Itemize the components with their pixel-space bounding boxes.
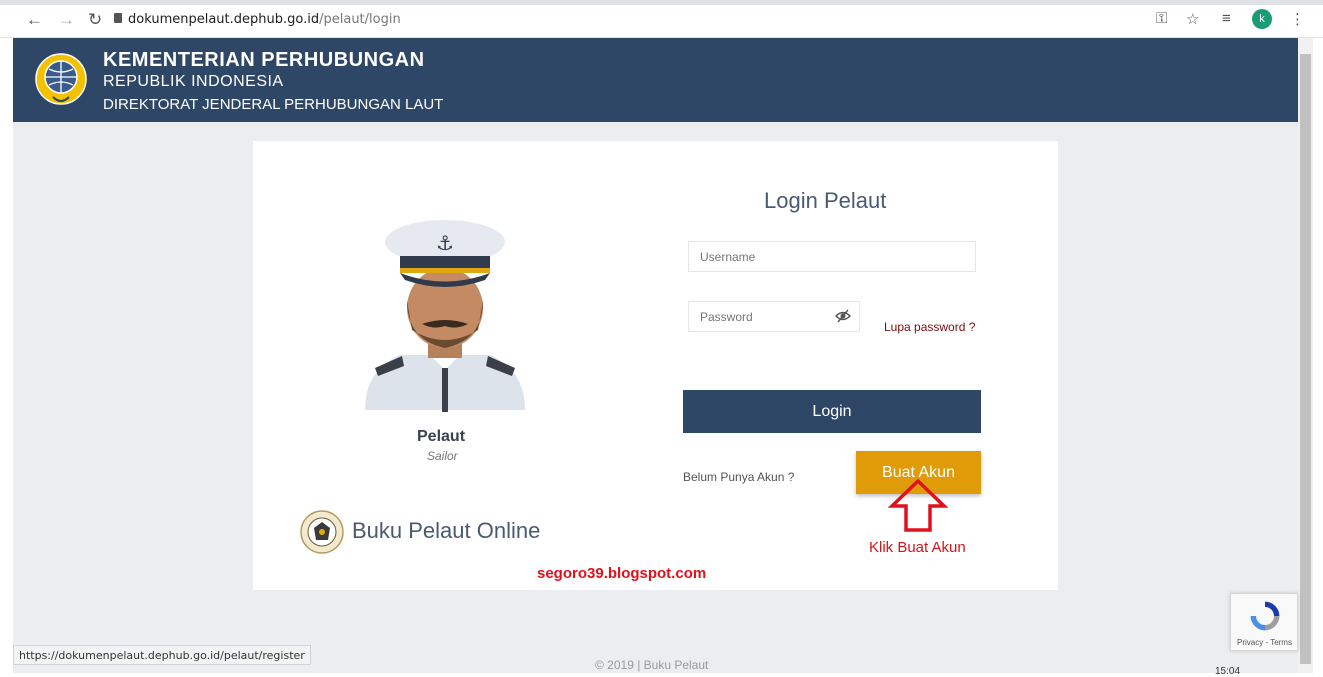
sailor-avatar-icon: ⚓	[365, 220, 525, 412]
browser-toolbar: ← → ↻ dokumenpelaut.dephub.go.id/pelaut/…	[0, 0, 1323, 38]
profile-sublabel: Sailor	[427, 449, 458, 463]
brand-name: Buku Pelaut Online	[352, 518, 541, 543]
profile-avatar[interactable]: k	[1252, 9, 1272, 29]
back-icon[interactable]: ←	[26, 10, 43, 30]
watermark-text: segoro39.blogspot.com	[537, 565, 707, 582]
ministry-logo-icon	[35, 53, 87, 105]
status-bar-url: https://dokumenpelaut.dephub.go.id/pelau…	[13, 645, 311, 665]
annotation-text: Klik Buat Akun	[869, 539, 966, 556]
taskbar-time: 15:04	[1215, 666, 1241, 677]
login-title: Login Pelaut	[764, 188, 887, 213]
forward-icon[interactable]: →	[58, 10, 75, 30]
login-button[interactable]: Login	[683, 390, 981, 433]
site-header: KEMENTERIAN PERHUBUNGAN REPUBLIK INDONES…	[13, 38, 1298, 122]
recaptcha-icon	[1250, 601, 1280, 631]
star-icon[interactable]: ☆	[1186, 10, 1199, 28]
scrollbar-thumb[interactable]	[1300, 54, 1311, 664]
scrollbar[interactable]	[1298, 38, 1313, 673]
url-domain: dokumenpelaut.dephub.go.id	[128, 12, 320, 27]
menu-icon[interactable]: ⋮	[1290, 10, 1305, 28]
no-account-label: Belum Punya Akun ?	[683, 470, 795, 484]
tab-strip	[0, 0, 1323, 5]
username-input[interactable]	[688, 241, 976, 272]
header-title: KEMENTERIAN PERHUBUNGAN	[103, 49, 425, 71]
profile-label: Pelaut	[417, 428, 466, 445]
media-icon[interactable]: ≡	[1222, 10, 1231, 27]
up-arrow-annotation-icon	[888, 478, 948, 532]
lock-icon	[114, 13, 122, 23]
recaptcha-label[interactable]: Privacy - Terms	[1237, 638, 1292, 647]
address-bar[interactable]: dokumenpelaut.dephub.go.id/pelaut/login	[128, 12, 401, 27]
forgot-password-link[interactable]: Lupa password ?	[884, 320, 975, 334]
svg-text:⚓: ⚓	[436, 231, 454, 255]
buku-pelaut-seal-icon	[300, 510, 344, 554]
reload-icon[interactable]: ↻	[88, 10, 102, 30]
key-icon[interactable]: ⚿	[1156, 10, 1167, 27]
recaptcha-badge[interactable]: Privacy - Terms	[1230, 593, 1298, 651]
toggle-password-visibility-icon[interactable]	[835, 309, 851, 323]
header-subtitle: REPUBLIK INDONESIA	[103, 73, 284, 90]
header-department: DIREKTORAT JENDERAL PERHUBUNGAN LAUT	[103, 96, 444, 113]
footer-text: © 2019 | Buku Pelaut	[595, 658, 709, 672]
url-path: /pelaut/login	[319, 12, 401, 27]
